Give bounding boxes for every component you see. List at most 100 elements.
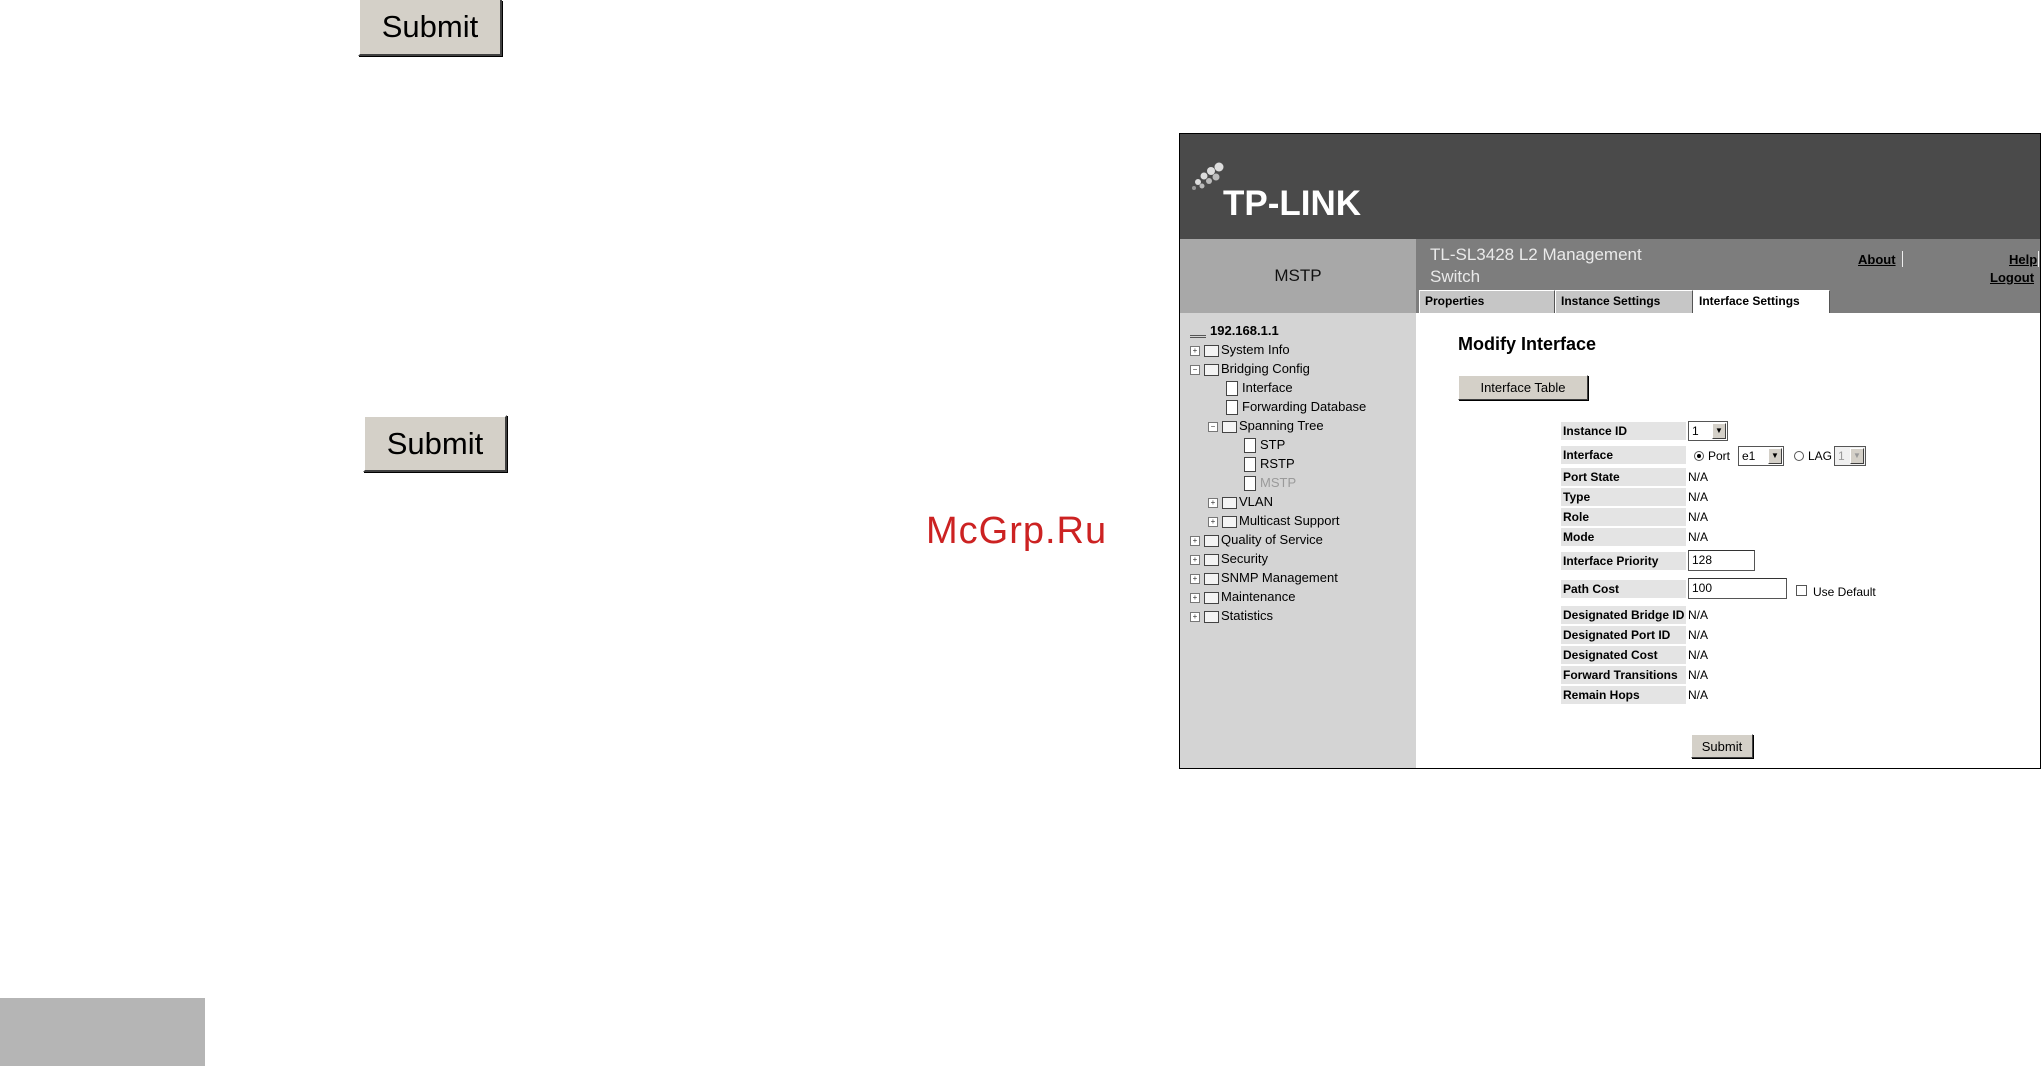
content-panel: Modify Interface Interface Table Instanc…: [1416, 313, 2040, 768]
chevron-down-icon: ▼: [1850, 448, 1864, 464]
link-separator: [2038, 251, 2039, 267]
tree-item-label: Security: [1221, 551, 1268, 566]
plus-icon: +: [1208, 516, 1218, 527]
designated-bridge-id-value: N/A: [1688, 608, 1709, 622]
page-corner-block: [0, 998, 205, 1066]
help-link[interactable]: Help: [2009, 252, 2037, 267]
interface-priority-input[interactable]: 128: [1688, 550, 1755, 571]
port-radio-label: Port: [1708, 449, 1731, 463]
tree-item-statistics[interactable]: + Statistics: [1190, 608, 1273, 623]
designated-port-id-value: N/A: [1688, 628, 1709, 642]
tree-item-maintenance[interactable]: + Maintenance: [1190, 589, 1295, 604]
section-title: MSTP: [1180, 239, 1416, 313]
plus-icon: +: [1190, 573, 1200, 584]
type-label: Type: [1561, 488, 1686, 506]
designated-bridge-id-label: Designated Bridge ID: [1561, 606, 1686, 624]
tree-item-security[interactable]: + Security: [1190, 551, 1268, 566]
tree-item-label: Bridging Config: [1221, 361, 1310, 376]
product-name: TL-SL3428 L2 Management Switch: [1430, 245, 1642, 286]
tree-item-label: Forwarding Database: [1242, 399, 1367, 414]
tree-item-vlan[interactable]: + VLAN: [1208, 494, 1273, 509]
use-default-checkbox[interactable]: [1796, 585, 1807, 596]
folder-icon: [1222, 496, 1237, 509]
folder-icon: [1204, 344, 1219, 357]
folder-icon: [1204, 363, 1219, 376]
remain-hops-value: N/A: [1688, 688, 1709, 702]
role-label: Role: [1561, 508, 1686, 526]
lag-value: 1: [1838, 449, 1845, 463]
title-bar: TL-SL3428 L2 Management Switch About Hel…: [1416, 239, 2040, 314]
port-state-label: Port State: [1561, 468, 1686, 486]
plus-icon: +: [1190, 535, 1200, 546]
instance-id-label: Instance ID: [1561, 422, 1686, 440]
lag-radio[interactable]: [1794, 451, 1804, 461]
tree-item-label: Spanning Tree: [1239, 418, 1324, 433]
forward-transitions-value: N/A: [1688, 668, 1709, 682]
tree-item-interface[interactable]: Interface: [1226, 380, 1293, 397]
tree-item-mstp[interactable]: MSTP: [1244, 475, 1297, 492]
tree-root[interactable]: 192.168.1.1: [1190, 323, 1279, 339]
instance-id-select[interactable]: 1 ▼: [1688, 421, 1728, 441]
document-icon: [1244, 476, 1256, 492]
tree-item-label: Statistics: [1221, 608, 1274, 623]
tab-instance-settings[interactable]: Instance Settings: [1555, 290, 1693, 313]
link-separator: [1902, 251, 1903, 267]
designated-cost-label: Designated Cost: [1561, 646, 1686, 664]
management-ui-screenshot: TP-LINK MSTP TL-SL3428 L2 Management Swi…: [1179, 133, 2041, 769]
tree-item-quality-of-service[interactable]: + Quality of Service: [1190, 532, 1323, 547]
about-link[interactable]: About: [1858, 252, 1896, 267]
forward-transitions-label: Forward Transitions: [1561, 666, 1686, 684]
port-radio[interactable]: [1694, 451, 1704, 461]
tree-item-multicast-support[interactable]: + Multicast Support: [1208, 513, 1339, 528]
logo-dots-icon: [1192, 162, 1224, 190]
tree-item-forwarding-database[interactable]: Forwarding Database: [1226, 399, 1367, 416]
plus-icon: +: [1190, 554, 1200, 565]
tree-item-snmp-management[interactable]: + SNMP Management: [1190, 570, 1338, 585]
tree-item-label: Multicast Support: [1239, 513, 1340, 528]
folder-icon: [1204, 591, 1219, 604]
plus-icon: +: [1208, 497, 1218, 508]
header-banner: TP-LINK: [1180, 134, 2040, 239]
submit-button-middle[interactable]: Submit: [363, 415, 507, 472]
logout-link[interactable]: Logout: [1990, 270, 2034, 285]
document-icon: [1244, 457, 1256, 473]
lag-radio-label: LAG: [1808, 449, 1833, 463]
tp-link-logo: TP-LINK: [1223, 184, 1362, 223]
path-cost-input[interactable]: 100: [1688, 578, 1787, 599]
mode-value: N/A: [1688, 530, 1709, 544]
tree-item-spanning-tree[interactable]: − Spanning Tree: [1208, 418, 1324, 433]
tree-item-bridging-config[interactable]: − Bridging Config: [1190, 361, 1310, 376]
chevron-down-icon: ▼: [1768, 448, 1782, 464]
tree-item-label: Maintenance: [1221, 589, 1296, 604]
remain-hops-label: Remain Hops: [1561, 686, 1686, 704]
navigation-tree: 192.168.1.1 + System Info − Bridging Confi…: [1180, 313, 1416, 768]
tree-item-label: Quality of Service: [1221, 532, 1323, 547]
interface-priority-label: Interface Priority: [1561, 552, 1686, 570]
tree-item-system-info[interactable]: + System Info: [1190, 342, 1290, 357]
submit-button[interactable]: Submit: [1691, 734, 1753, 758]
document-icon: [1226, 400, 1238, 416]
mode-label: Mode: [1561, 528, 1686, 546]
interface-label: Interface: [1561, 446, 1686, 464]
tab-interface-settings[interactable]: Interface Settings: [1693, 290, 1830, 314]
tree-item-label: VLAN: [1239, 494, 1273, 509]
port-value: e1: [1742, 449, 1756, 463]
folder-icon: [1222, 420, 1237, 433]
tree-item-stp[interactable]: STP: [1244, 437, 1285, 454]
port-select[interactable]: e1 ▼: [1738, 446, 1784, 466]
folder-icon: [1204, 610, 1219, 623]
type-value: N/A: [1688, 490, 1709, 504]
minus-icon: −: [1208, 421, 1218, 432]
tree-item-rstp[interactable]: RSTP: [1244, 456, 1295, 473]
tree-item-label: System Info: [1221, 342, 1290, 357]
tree-root-label: 192.168.1.1: [1210, 323, 1279, 338]
plus-icon: +: [1190, 345, 1200, 356]
chevron-down-icon: ▼: [1712, 423, 1726, 439]
lag-select[interactable]: 1 ▼: [1834, 446, 1866, 466]
tab-properties[interactable]: Properties: [1419, 290, 1555, 313]
path-cost-label: Path Cost: [1561, 580, 1686, 598]
tree-item-label: Interface: [1242, 380, 1293, 395]
interface-table-button[interactable]: Interface Table: [1458, 375, 1588, 400]
submit-button-top[interactable]: Submit: [358, 0, 502, 56]
tree-item-label: MSTP: [1260, 475, 1297, 490]
